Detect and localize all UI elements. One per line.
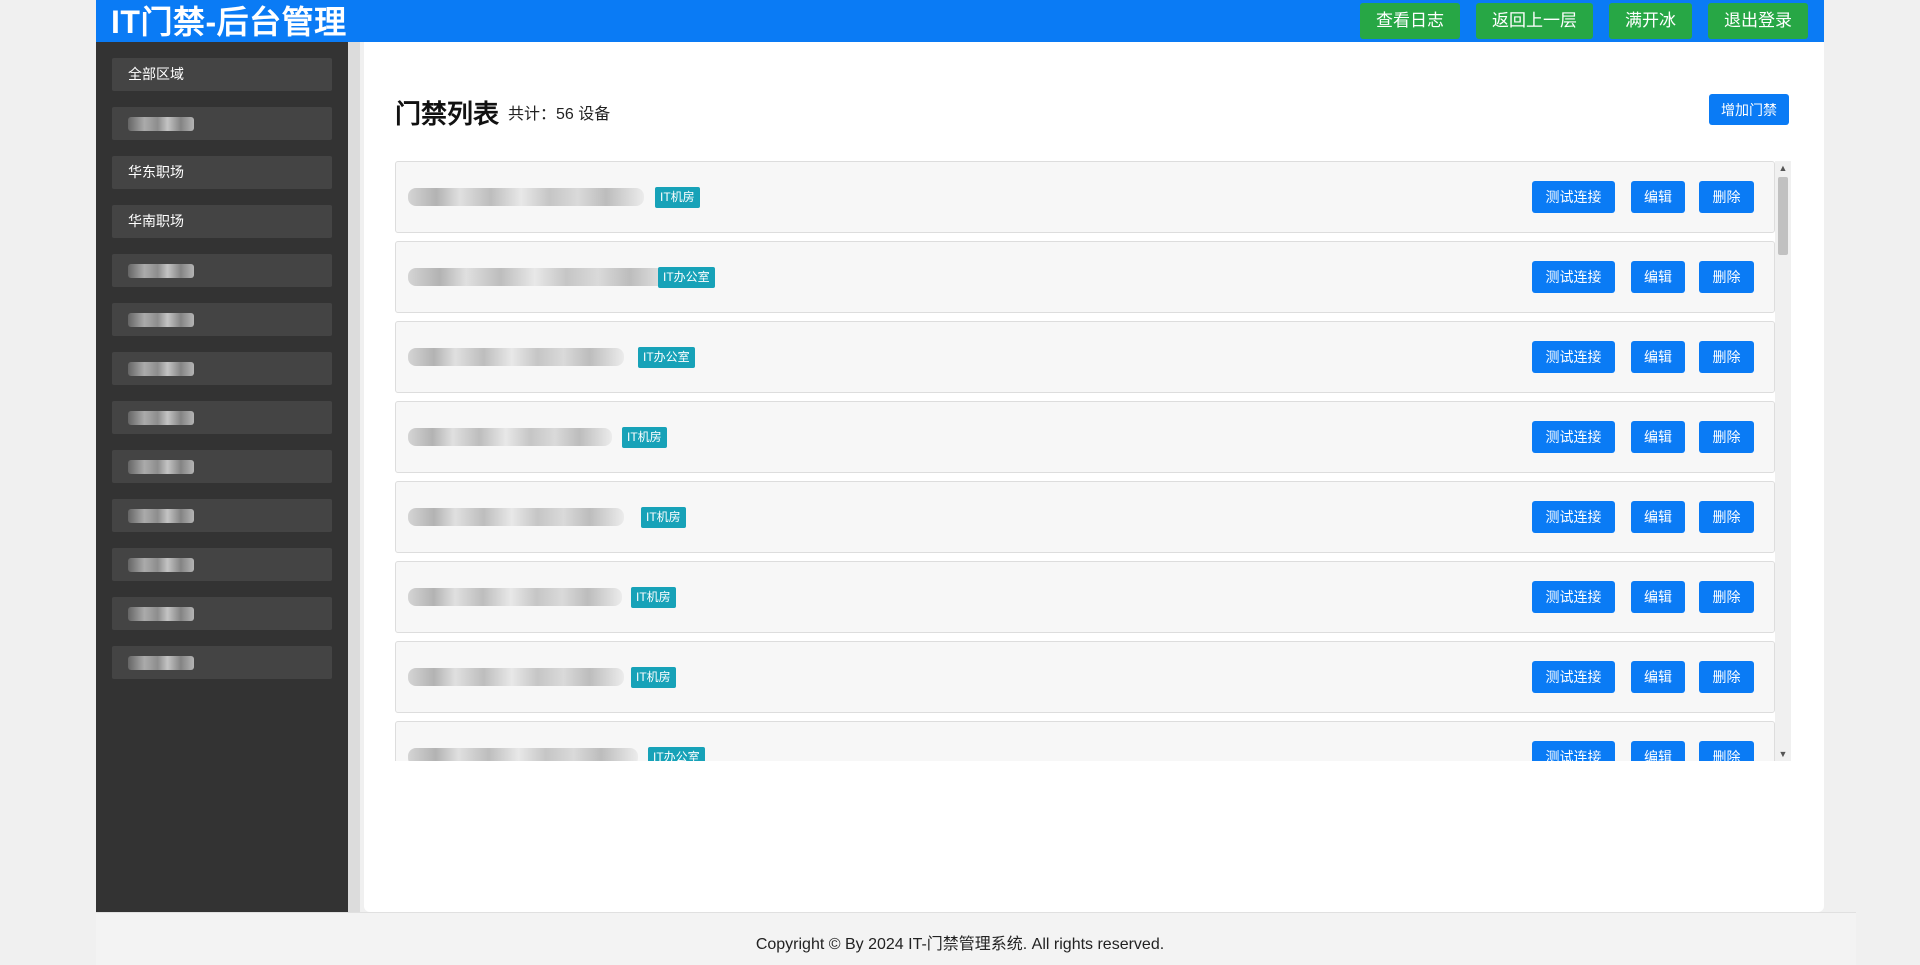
redacted-device-name bbox=[408, 268, 672, 286]
edit-button[interactable]: 编辑 bbox=[1631, 661, 1685, 693]
device-row: IT机房 测试连接 编辑 删除 bbox=[395, 561, 1775, 633]
redacted-label bbox=[128, 264, 194, 279]
device-list[interactable]: IT机房 测试连接 编辑 删除 IT办公室 测试连接 编辑 删除 IT办公室 测… bbox=[395, 161, 1791, 761]
redacted-device-name bbox=[408, 588, 622, 606]
edit-button[interactable]: 编辑 bbox=[1631, 421, 1685, 453]
location-tag: IT办公室 bbox=[648, 747, 705, 761]
redacted-label bbox=[128, 411, 194, 426]
delete-button[interactable]: 删除 bbox=[1699, 581, 1754, 613]
open-all-button[interactable]: 满开冰 bbox=[1609, 3, 1692, 39]
test-connection-button[interactable]: 测试连接 bbox=[1532, 581, 1615, 613]
test-connection-button[interactable]: 测试连接 bbox=[1532, 501, 1615, 533]
logout-button[interactable]: 退出登录 bbox=[1708, 3, 1808, 39]
location-tag: IT办公室 bbox=[658, 267, 715, 288]
sidebar-item-redacted[interactable] bbox=[112, 597, 332, 630]
scroll-down-icon[interactable]: ▼ bbox=[1775, 747, 1791, 761]
scroll-up-icon[interactable]: ▲ bbox=[1775, 161, 1791, 175]
redacted-device-name bbox=[408, 188, 644, 206]
location-tag: IT机房 bbox=[631, 667, 676, 688]
app-title: IT门禁-后台管理 bbox=[111, 4, 347, 40]
list-scrollbar[interactable]: ▲ ▼ bbox=[1775, 161, 1791, 761]
sidebar-item-redacted[interactable] bbox=[112, 352, 332, 385]
location-tag: IT办公室 bbox=[638, 347, 695, 368]
device-row: IT机房 测试连接 编辑 删除 bbox=[395, 401, 1775, 473]
redacted-label bbox=[128, 117, 194, 132]
add-door-button[interactable]: 增加门禁 bbox=[1709, 94, 1789, 125]
device-row: IT机房 测试连接 编辑 删除 bbox=[395, 641, 1775, 713]
device-row: IT办公室 测试连接 编辑 删除 bbox=[395, 321, 1775, 393]
redacted-device-name bbox=[408, 668, 624, 686]
device-count: 共计：56 设备 bbox=[508, 106, 611, 123]
device-row: IT机房 测试连接 编辑 删除 bbox=[395, 161, 1775, 233]
delete-button[interactable]: 删除 bbox=[1699, 261, 1754, 293]
edit-button[interactable]: 编辑 bbox=[1631, 341, 1685, 373]
location-tag: IT机房 bbox=[631, 587, 676, 608]
redacted-label bbox=[128, 313, 194, 328]
sidebar-item-label: 华东职场 bbox=[128, 164, 184, 180]
sidebar-item-all-areas[interactable]: 全部区域 bbox=[112, 58, 332, 91]
sidebar-item-redacted[interactable] bbox=[112, 548, 332, 581]
sidebar-item-label: 全部区域 bbox=[128, 66, 184, 82]
copyright-text: Copyright © By 2024 IT-门禁管理系统. All right… bbox=[755, 936, 1165, 953]
sidebar-item-redacted[interactable] bbox=[112, 303, 332, 336]
delete-button[interactable]: 删除 bbox=[1699, 661, 1754, 693]
delete-button[interactable]: 删除 bbox=[1699, 741, 1754, 761]
sidebar: 全部区域 华东职场 华南职场 bbox=[96, 42, 348, 912]
edit-button[interactable]: 编辑 bbox=[1631, 581, 1685, 613]
view-logs-button[interactable]: 查看日志 bbox=[1360, 3, 1460, 39]
test-connection-button[interactable]: 测试连接 bbox=[1532, 341, 1615, 373]
redacted-device-name bbox=[408, 748, 638, 761]
edit-button[interactable]: 编辑 bbox=[1631, 501, 1685, 533]
redacted-label bbox=[128, 558, 194, 573]
redacted-label bbox=[128, 460, 194, 475]
sidebar-item-redacted[interactable] bbox=[112, 499, 332, 532]
device-row: IT机房 测试连接 编辑 删除 bbox=[395, 481, 1775, 553]
top-bar: IT门禁-后台管理 查看日志 返回上一层 满开冰 退出登录 bbox=[96, 0, 1824, 42]
header-actions: 查看日志 返回上一层 满开冰 退出登录 bbox=[1360, 3, 1808, 39]
edit-button[interactable]: 编辑 bbox=[1631, 741, 1685, 761]
main-panel: 门禁列表 共计：56 设备 增加门禁 IT机房 测试连接 编辑 删除 IT办公室… bbox=[364, 42, 1824, 912]
divider bbox=[348, 42, 360, 912]
redacted-device-name bbox=[408, 348, 624, 366]
delete-button[interactable]: 删除 bbox=[1699, 421, 1754, 453]
redacted-device-name bbox=[408, 428, 612, 446]
delete-button[interactable]: 删除 bbox=[1699, 181, 1754, 213]
edit-button[interactable]: 编辑 bbox=[1631, 181, 1685, 213]
test-connection-button[interactable]: 测试连接 bbox=[1532, 661, 1615, 693]
location-tag: IT机房 bbox=[641, 507, 686, 528]
sidebar-item-redacted[interactable] bbox=[112, 646, 332, 679]
sidebar-item-redacted[interactable] bbox=[112, 401, 332, 434]
redacted-label bbox=[128, 509, 194, 524]
delete-button[interactable]: 删除 bbox=[1699, 341, 1754, 373]
sidebar-item-label: 华南职场 bbox=[128, 213, 184, 229]
test-connection-button[interactable]: 测试连接 bbox=[1532, 181, 1615, 213]
sidebar-item-south-china[interactable]: 华南职场 bbox=[112, 205, 332, 238]
scroll-thumb[interactable] bbox=[1778, 177, 1788, 255]
redacted-label bbox=[128, 362, 194, 377]
delete-button[interactable]: 删除 bbox=[1699, 501, 1754, 533]
edit-button[interactable]: 编辑 bbox=[1631, 261, 1685, 293]
sidebar-item-redacted[interactable] bbox=[112, 107, 332, 140]
redacted-label bbox=[128, 656, 194, 671]
device-row: IT办公室 测试连接 编辑 删除 bbox=[395, 721, 1775, 761]
sidebar-item-redacted[interactable] bbox=[112, 254, 332, 287]
test-connection-button[interactable]: 测试连接 bbox=[1532, 741, 1615, 761]
test-connection-button[interactable]: 测试连接 bbox=[1532, 261, 1615, 293]
test-connection-button[interactable]: 测试连接 bbox=[1532, 421, 1615, 453]
location-tag: IT机房 bbox=[622, 427, 667, 448]
sidebar-item-east-china[interactable]: 华东职场 bbox=[112, 156, 332, 189]
redacted-label bbox=[128, 607, 194, 622]
location-tag: IT机房 bbox=[655, 187, 700, 208]
sidebar-item-redacted[interactable] bbox=[112, 450, 332, 483]
redacted-device-name bbox=[408, 508, 624, 526]
footer: Copyright © By 2024 IT-门禁管理系统. All right… bbox=[96, 912, 1856, 965]
device-row: IT办公室 测试连接 编辑 删除 bbox=[395, 241, 1775, 313]
go-back-button[interactable]: 返回上一层 bbox=[1476, 3, 1593, 39]
app-frame: IT门禁-后台管理 查看日志 返回上一层 满开冰 退出登录 全部区域 华东职场 … bbox=[96, 0, 1856, 965]
page-title: 门禁列表 bbox=[395, 99, 500, 129]
